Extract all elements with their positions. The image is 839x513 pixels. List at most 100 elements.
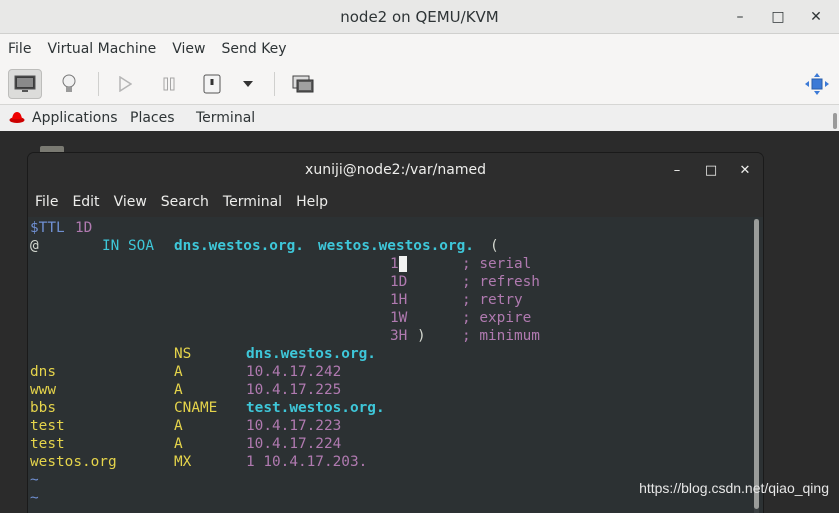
terminal-close-button[interactable]: ✕ bbox=[737, 162, 753, 178]
minimum-comment: ; minimum bbox=[462, 328, 540, 344]
play-icon bbox=[119, 76, 132, 92]
record-type: NS bbox=[174, 346, 192, 362]
record-row: test A 10.4.17.224 bbox=[30, 435, 341, 453]
ttl-keyword: $TTL bbox=[30, 220, 65, 236]
resize-to-vm-button[interactable] bbox=[800, 69, 834, 99]
shutdown-menu-dropdown[interactable] bbox=[233, 69, 263, 99]
text-cursor bbox=[399, 256, 407, 274]
applications-menu[interactable]: Applications bbox=[32, 110, 118, 126]
record-row: westos.org MX 1 10.4.17.203. bbox=[30, 453, 367, 471]
soa-primary-ns: dns.westos.org. bbox=[174, 238, 304, 254]
minimize-button[interactable]: – bbox=[731, 8, 749, 26]
record-name: www bbox=[30, 382, 56, 398]
record-type: MX bbox=[174, 454, 192, 470]
terminal-title: xuniji@node2:/var/named bbox=[305, 162, 486, 178]
record-row: NS dns.westos.org. bbox=[30, 345, 376, 363]
ttl-line: $TTL 1D bbox=[30, 219, 92, 237]
lightbulb-icon bbox=[62, 74, 76, 92]
origin-symbol: @ bbox=[30, 238, 39, 254]
record-value: 10.4.17.242 bbox=[246, 364, 342, 380]
menu-view[interactable]: View bbox=[164, 41, 213, 57]
chevron-down-icon bbox=[243, 81, 253, 87]
snapshot-icon bbox=[292, 75, 314, 93]
toolbar-separator bbox=[98, 72, 99, 96]
terminal-maximize-button[interactable]: □ bbox=[703, 162, 719, 178]
serial-line: 1 ; serial bbox=[30, 255, 531, 273]
refresh-comment: ; refresh bbox=[462, 274, 540, 290]
close-button[interactable]: ✕ bbox=[807, 8, 825, 26]
terminal-scrollbar-thumb[interactable] bbox=[754, 219, 759, 509]
monitor-icon bbox=[14, 75, 36, 92]
places-menu[interactable]: Places bbox=[130, 110, 175, 126]
record-value: test.westos.org. bbox=[246, 400, 385, 416]
pause-button[interactable] bbox=[152, 69, 186, 99]
terminal-titlebar: xuniji@node2:/var/named – □ ✕ bbox=[28, 153, 763, 187]
term-menu-file[interactable]: File bbox=[28, 194, 65, 210]
vm-toolbar bbox=[0, 64, 839, 105]
record-type: CNAME bbox=[174, 400, 218, 416]
maximize-button[interactable]: □ bbox=[769, 8, 787, 26]
run-button[interactable] bbox=[108, 69, 142, 99]
soa-contact: westos.westos.org. bbox=[318, 238, 474, 254]
retry-line: 1H ; retry bbox=[30, 291, 523, 309]
soa-line: @ IN SOA dns.westos.org. westos.westos.o… bbox=[30, 237, 499, 255]
soa-keyword: IN SOA bbox=[102, 238, 154, 254]
ttl-value: 1D bbox=[75, 220, 93, 236]
snapshots-button[interactable] bbox=[286, 69, 320, 99]
record-row: test A 10.4.17.223 bbox=[30, 417, 341, 435]
empty-line-marker: ~ bbox=[30, 471, 82, 489]
terminal-menubar: File Edit View Search Terminal Help bbox=[28, 187, 763, 217]
term-menu-search[interactable]: Search bbox=[154, 194, 216, 210]
terminal-text-area[interactable]: $TTL 1D @ IN SOA dns.westos.org. westos.… bbox=[28, 218, 752, 513]
record-name: westos.org bbox=[30, 454, 117, 470]
menu-file[interactable]: File bbox=[0, 41, 39, 57]
vm-window-title: node2 on QEMU/KVM bbox=[340, 7, 499, 26]
terminal-scrollbar[interactable] bbox=[754, 219, 759, 513]
minimum-line: 3H ) ; minimum bbox=[30, 327, 540, 345]
shutdown-button[interactable] bbox=[195, 69, 229, 99]
fullscreen-arrows-icon bbox=[805, 73, 829, 95]
tilde-marker: ~ bbox=[30, 490, 39, 506]
serial-value: 1 bbox=[390, 256, 399, 272]
term-menu-help[interactable]: Help bbox=[289, 194, 335, 210]
retry-comment: ; retry bbox=[462, 292, 523, 308]
retry-value: 1H bbox=[390, 292, 408, 308]
vm-scrollbar[interactable] bbox=[833, 113, 837, 129]
vm-titlebar: node2 on QEMU/KVM – □ ✕ bbox=[0, 0, 839, 34]
terminal-window: xuniji@node2:/var/named – □ ✕ File Edit … bbox=[28, 153, 763, 513]
record-name: test bbox=[30, 418, 65, 434]
minimum-value: 3H bbox=[390, 328, 408, 344]
term-menu-view[interactable]: View bbox=[107, 194, 154, 210]
vm-menubar: File Virtual Machine View Send Key bbox=[0, 34, 839, 64]
record-type: A bbox=[174, 436, 183, 452]
expire-value: 1W bbox=[390, 310, 408, 326]
guest-topbar: Applications Places Terminal bbox=[0, 105, 839, 131]
terminal-window-controls: – □ ✕ bbox=[669, 153, 753, 187]
record-type: A bbox=[174, 382, 183, 398]
soa-paren-close: ) bbox=[417, 328, 426, 344]
refresh-value: 1D bbox=[390, 274, 408, 290]
term-menu-terminal[interactable]: Terminal bbox=[216, 194, 289, 210]
record-row: www A 10.4.17.225 bbox=[30, 381, 341, 399]
record-value: 10.4.17.225 bbox=[246, 382, 342, 398]
terminal-app-menu[interactable]: Terminal bbox=[196, 110, 255, 126]
terminal-minimize-button[interactable]: – bbox=[669, 162, 685, 178]
term-menu-edit[interactable]: Edit bbox=[65, 194, 106, 210]
record-value: dns.westos.org. bbox=[246, 346, 376, 362]
console-view-button[interactable] bbox=[8, 69, 42, 99]
pause-icon bbox=[163, 77, 175, 91]
record-value: 10.4.17.223 bbox=[246, 418, 342, 434]
record-row: dns A 10.4.17.242 bbox=[30, 363, 341, 381]
menu-virtual-machine[interactable]: Virtual Machine bbox=[39, 41, 164, 57]
record-name: test bbox=[30, 436, 65, 452]
expire-comment: ; expire bbox=[462, 310, 532, 326]
record-row: bbs CNAME test.westos.org. bbox=[30, 399, 385, 417]
details-view-button[interactable] bbox=[52, 69, 86, 99]
record-type: A bbox=[174, 418, 183, 434]
record-type: A bbox=[174, 364, 183, 380]
menu-send-key[interactable]: Send Key bbox=[213, 41, 294, 57]
refresh-line: 1D ; refresh bbox=[30, 273, 540, 291]
toolbar-separator bbox=[274, 72, 275, 96]
power-icon bbox=[203, 74, 221, 94]
serial-comment: ; serial bbox=[462, 256, 532, 272]
